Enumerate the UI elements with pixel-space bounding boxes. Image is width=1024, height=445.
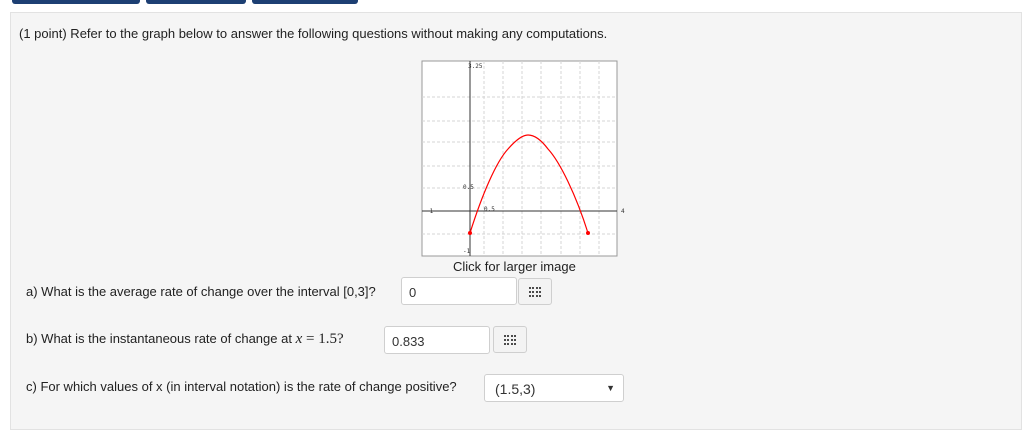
- question-c-text: c) For which values of x (in interval no…: [26, 379, 457, 394]
- top-tab-1[interactable]: [12, 0, 140, 4]
- question-b-text: b) What is the instantaneous rate of cha…: [26, 331, 344, 348]
- select-value: (1.5,3): [495, 381, 536, 397]
- graph-caption-link[interactable]: Click for larger image: [453, 259, 576, 274]
- y-tick-top: 3.25: [468, 63, 483, 70]
- grid-icon: [504, 335, 516, 345]
- problem-panel: (1 point) Refer to the graph below to an…: [10, 12, 1022, 430]
- x-tick-mid: 0.5: [484, 206, 495, 213]
- graph-frame: [421, 60, 618, 257]
- y-tick-bottom: -1: [463, 248, 471, 255]
- question-a-text: a) What is the average rate of change ov…: [26, 284, 376, 299]
- x-tick-right: 4: [621, 208, 625, 215]
- curve-endpoint-left: [468, 231, 472, 235]
- grid-icon: [529, 287, 541, 297]
- graph-image[interactable]: 3.25 0.5 -1 -1 0.5 4: [421, 60, 629, 258]
- equation-palette-button-b[interactable]: [493, 326, 527, 353]
- x-tick-left: -1: [426, 208, 434, 215]
- top-tab-3[interactable]: [252, 0, 358, 4]
- answer-a-input[interactable]: 0: [401, 277, 517, 305]
- answer-c-select[interactable]: (1.5,3) ▼: [484, 374, 624, 402]
- top-tab-2[interactable]: [146, 0, 246, 4]
- problem-intro: (1 point) Refer to the graph below to an…: [19, 26, 608, 41]
- dropdown-arrow-icon: ▼: [606, 383, 615, 393]
- answer-b-input[interactable]: 0.833: [384, 326, 490, 354]
- question-b-math: x = 1.5?: [296, 331, 344, 347]
- equation-palette-button-a[interactable]: [518, 278, 552, 305]
- curve-endpoint-right: [586, 231, 590, 235]
- y-tick-mid: 0.5: [463, 184, 474, 191]
- top-tab-bar: [0, 0, 1024, 6]
- math-rest: = 1.5?: [302, 331, 344, 347]
- question-b-prefix: b) What is the instantaneous rate of cha…: [26, 331, 292, 346]
